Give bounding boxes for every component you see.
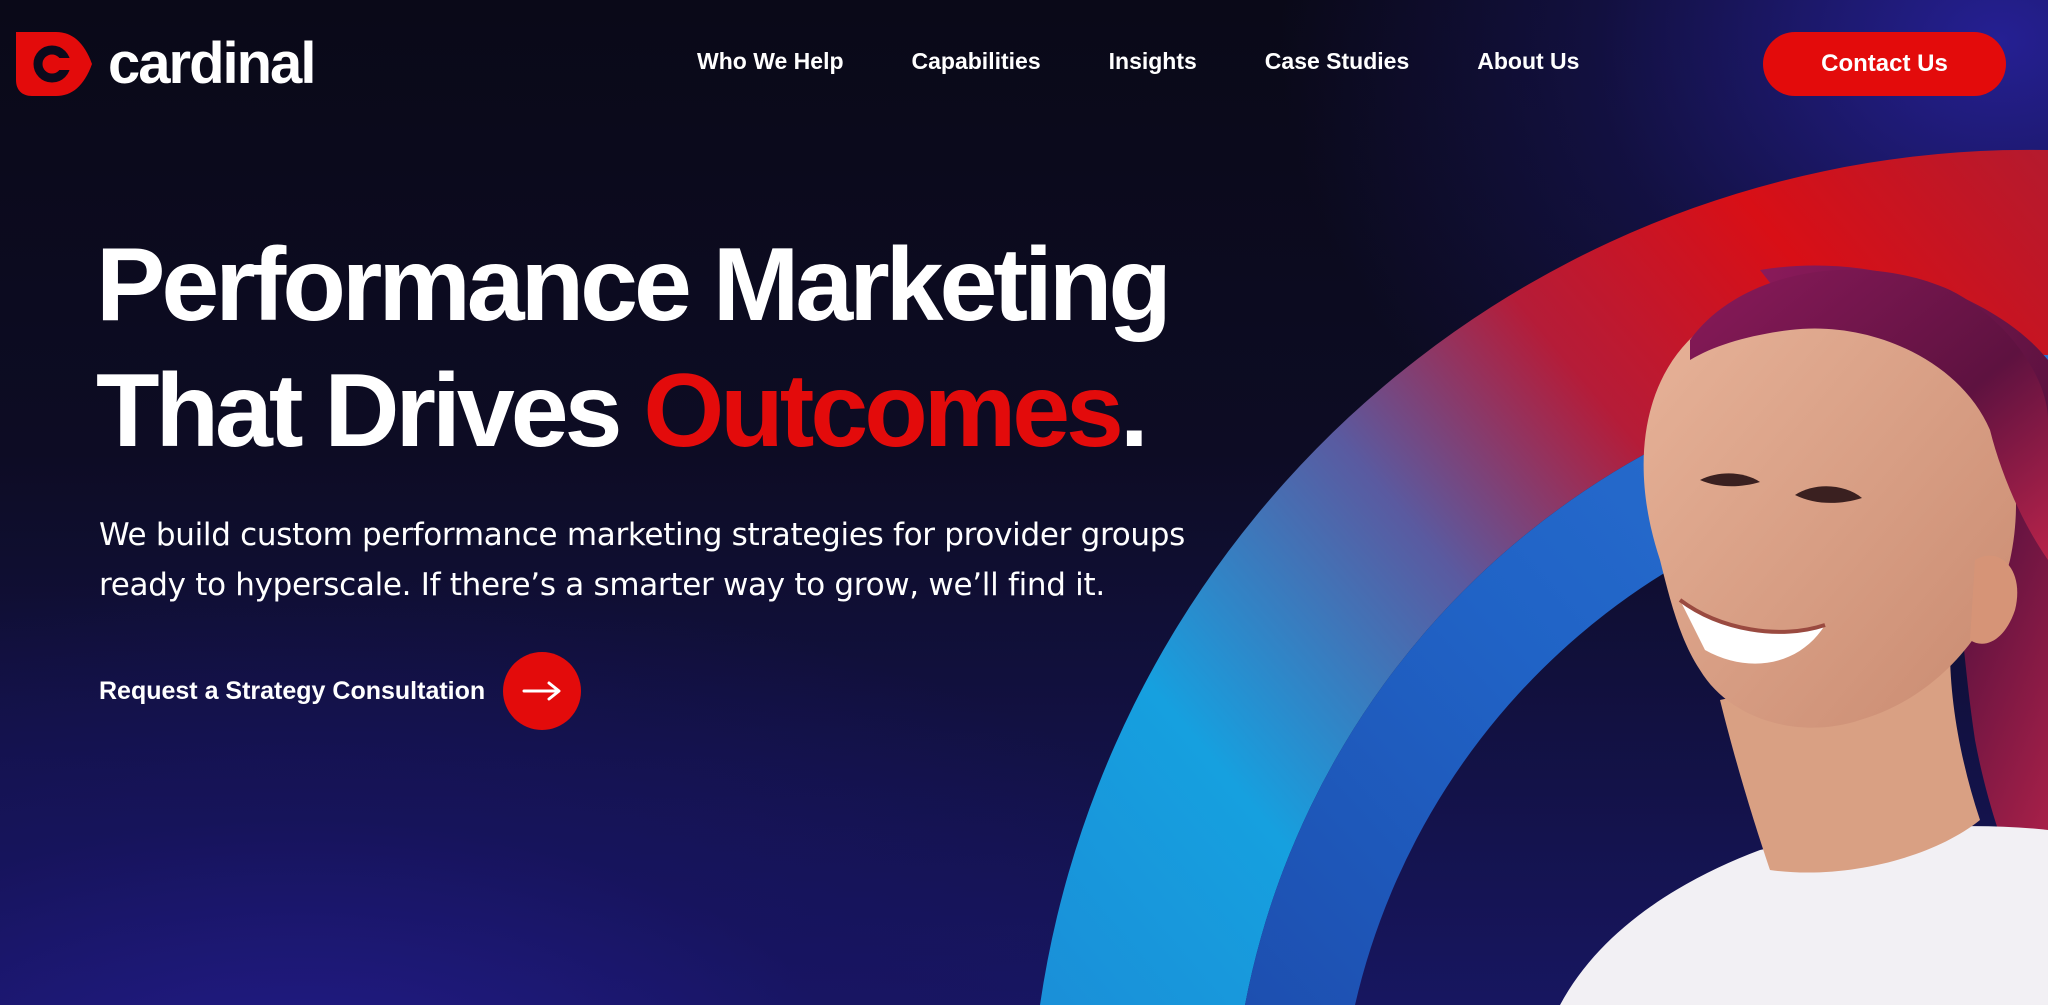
page: cardinal Who We Help Capabilities Insigh… — [0, 0, 2048, 1005]
cardinal-logo-icon — [16, 32, 92, 96]
hero-subtitle: We build custom performance marketing st… — [99, 517, 1185, 603]
site-header: cardinal Who We Help Capabilities Insigh… — [0, 0, 2048, 125]
brand-name: cardinal — [108, 31, 316, 96]
hero-title-period: . — [1119, 353, 1149, 469]
nav-item-insights[interactable]: Insights — [1109, 48, 1197, 75]
nav-item-case-studies[interactable]: Case Studies — [1265, 48, 1409, 75]
arrow-right-icon — [522, 681, 561, 701]
hero-title: Performance Marketing That Drives Outcom… — [96, 222, 1172, 474]
contact-us-button[interactable]: Contact Us — [1763, 32, 2006, 96]
main-nav: Who We Help Capabilities Insights Case S… — [697, 48, 1579, 75]
hero-illustration — [1040, 149, 2048, 1005]
cta-label: Request a Strategy Consultation — [99, 676, 486, 705]
hero-title-line1: Performance Marketing — [96, 227, 1172, 343]
nav-item-who-we-help[interactable]: Who We Help — [697, 48, 844, 75]
nav-item-about-us[interactable]: About Us — [1477, 48, 1579, 75]
cta-arrow-button[interactable] — [503, 652, 582, 730]
nav-item-capabilities[interactable]: Capabilities — [912, 48, 1041, 75]
hero-title-accent: Outcomes — [643, 353, 1124, 469]
brand-logo[interactable]: cardinal — [12, 28, 316, 100]
hero-title-line2: That Drives — [96, 353, 644, 469]
strategy-consultation-link[interactable]: Request a Strategy Consultation — [99, 652, 582, 730]
